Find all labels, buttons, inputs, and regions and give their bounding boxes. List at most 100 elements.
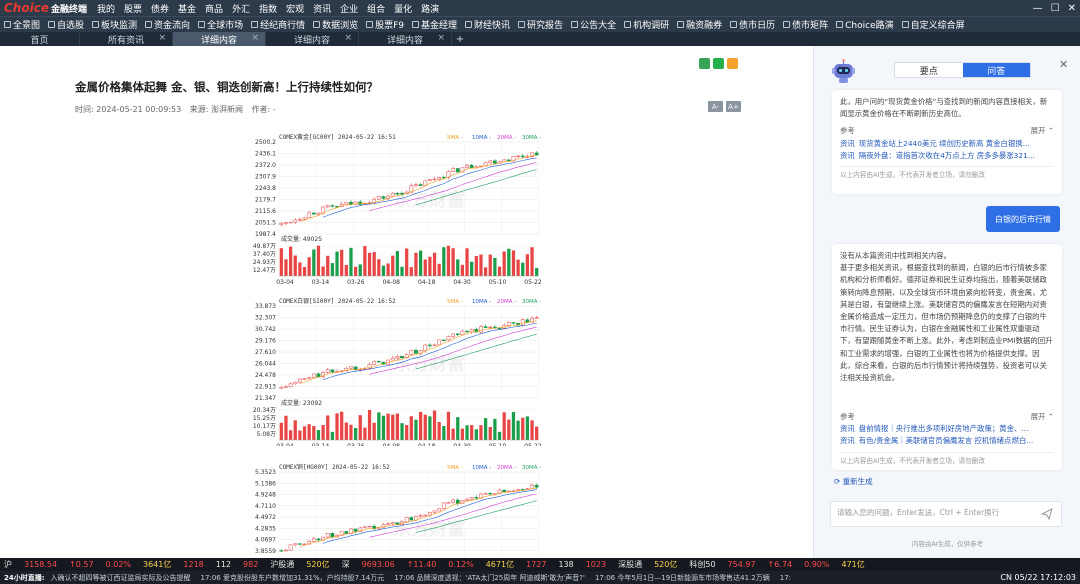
toolbar-item[interactable]: 股票F9 xyxy=(366,18,404,31)
news-label: 24小时直播: xyxy=(4,573,45,582)
news-item[interactable]: 17: xyxy=(780,574,791,582)
toolbar-item[interactable]: 公告大全 xyxy=(571,18,616,31)
send-icon[interactable] xyxy=(1041,508,1053,520)
candle-body xyxy=(349,201,353,205)
tab-close-icon[interactable]: × xyxy=(251,33,259,43)
expand-toggle[interactable]: 展开 ⌃ xyxy=(1031,125,1054,137)
reference-link[interactable]: 资讯 现货黄金站上2440美元 续创历史新高 黄金白银携... xyxy=(840,138,1054,150)
tab-summary[interactable]: 要点 xyxy=(895,63,963,77)
regenerate-button[interactable]: ⟳ 重新生成 xyxy=(834,476,873,487)
news-item[interactable]: 17:06 爱克股份股东户数增加31.31%，户均持股7.14万元 xyxy=(201,574,385,582)
toolbar-item[interactable]: 经纪商行情 xyxy=(251,18,305,31)
toolbar-item[interactable]: 全球市场 xyxy=(198,18,243,31)
candle-body xyxy=(330,533,335,538)
menu-item-组合[interactable]: 组合 xyxy=(367,2,385,15)
toolbar-item[interactable]: 板块监测 xyxy=(92,18,137,31)
menu-item-宏观[interactable]: 宏观 xyxy=(286,2,304,15)
menu-item-路演[interactable]: 路演 xyxy=(421,2,439,15)
x-tick-label: 05-22 xyxy=(524,443,542,446)
reference-link[interactable]: 资讯 有色/贵金属｜美联储官员偏鹰发言 控机情绪点燃白... xyxy=(840,435,1054,447)
menu-item-指数[interactable]: 指数 xyxy=(259,2,277,15)
menu-item-商品[interactable]: 商品 xyxy=(205,2,223,15)
volume-bar xyxy=(367,252,372,276)
tab-4[interactable]: 详细内容 × xyxy=(359,32,452,46)
toolbar-item[interactable]: Choice路演 xyxy=(836,18,894,31)
ma-label: 30MA - xyxy=(522,135,541,141)
candle-body xyxy=(376,361,381,363)
chat-input[interactable]: 请输入您的问题，Enter发送，Ctrl + Enter换行 xyxy=(830,501,1062,527)
menu-item-基金[interactable]: 基金 xyxy=(178,2,196,15)
tab-close-icon[interactable]: × xyxy=(437,33,445,43)
new-tab-button[interactable]: + xyxy=(452,32,468,46)
favorite-icon[interactable] xyxy=(727,58,738,69)
ma-label: 20MA - xyxy=(497,299,516,305)
toolbar-item[interactable]: 资金流向 xyxy=(145,18,190,31)
watermark: 东方财富 xyxy=(393,518,465,540)
reference-link[interactable]: 资讯 隔夜外盘：道指首次收在4万点上方 房多多暴涨321... xyxy=(840,150,1054,162)
font-decrease-button[interactable]: A- xyxy=(708,101,723,112)
candle-body xyxy=(437,508,442,512)
status-value: 138 xyxy=(558,560,574,569)
news-item[interactable]: 17:06 今年5月1日—19日新能源车市场零售达41.2万辆 xyxy=(595,574,770,582)
tab-1[interactable]: 所有资讯 × xyxy=(80,32,173,46)
toolbar-item[interactable]: 融资融券 xyxy=(677,18,722,31)
chart-title: COMEX黄金[GC00Y] 2024-05-22 16:51 xyxy=(279,133,396,141)
tab-close-icon[interactable]: × xyxy=(158,33,166,43)
chart-title: COMEX白银[SI00Y] 2024-05-22 16:52 xyxy=(279,297,396,305)
menu-item-企业[interactable]: 企业 xyxy=(340,2,358,15)
tab-0[interactable]: 首页 xyxy=(0,32,80,46)
candle-body xyxy=(432,510,437,513)
share-green-icon[interactable] xyxy=(699,58,710,69)
toolbar-item[interactable]: 数据浏览 xyxy=(313,18,358,31)
volume-bar xyxy=(307,257,311,276)
volume-bar xyxy=(302,266,307,276)
volume-bar xyxy=(432,252,437,276)
news-item[interactable]: 17:06 品牌深度透视：'ATA太门25周年 阿迪威斯'敢为'声音?' xyxy=(394,574,585,582)
status-value: 0.02% xyxy=(105,560,132,569)
menu-item-我的[interactable]: 我的 xyxy=(97,2,115,15)
toolbar-item[interactable]: 债市日历 xyxy=(730,18,775,31)
tab-close-icon[interactable]: × xyxy=(344,33,352,43)
candle-body xyxy=(534,484,539,488)
tab-2[interactable]: 详细内容 × xyxy=(173,32,266,46)
close-icon[interactable]: ✕ xyxy=(1059,58,1068,71)
toolbar-item[interactable]: 机构调研 xyxy=(624,18,669,31)
candle-body xyxy=(469,497,474,500)
wechat-icon[interactable] xyxy=(713,58,724,69)
toolbar-item[interactable]: 债市矩阵 xyxy=(783,18,828,31)
candle-body xyxy=(520,319,525,326)
y-tick-label: 29.176 xyxy=(255,338,276,345)
status-value: 0.12% xyxy=(448,560,474,569)
minimize-icon[interactable]: — xyxy=(1033,3,1043,14)
toolbar-item[interactable]: 自选股 xyxy=(48,18,84,31)
expand-toggle[interactable]: 展开 ⌃ xyxy=(1031,411,1054,423)
reference-link[interactable]: 资讯 盘前情报｜央行推出多项利好房地产政策；黄金、... xyxy=(840,423,1054,435)
toolbar-item[interactable]: 基金经理 xyxy=(412,18,457,31)
menu-item-债券[interactable]: 债券 xyxy=(151,2,169,15)
menu-item-外汇[interactable]: 外汇 xyxy=(232,2,250,15)
volume-bar xyxy=(284,415,288,440)
font-increase-button[interactable]: A+ xyxy=(726,101,741,112)
maximize-icon[interactable]: ☐ xyxy=(1051,3,1060,14)
toolbar-item[interactable]: 财经快讯 xyxy=(465,18,510,31)
status-value: 沪股通 xyxy=(270,560,295,569)
volume-bar xyxy=(525,416,530,440)
volume-bar xyxy=(437,263,441,276)
x-tick-label: 05-22 xyxy=(524,279,542,284)
toolbar-item-icon xyxy=(198,21,206,28)
toolbar-item[interactable]: 研究报告 xyxy=(518,18,563,31)
news-item[interactable]: 入确认不超四等被订西证监局实际及公告提醒 xyxy=(51,574,191,582)
candle-body xyxy=(284,386,288,388)
candle-body xyxy=(441,339,446,341)
toolbar-item[interactable]: 全景图 xyxy=(4,18,40,31)
candle-body xyxy=(298,219,302,221)
copper-chart: COMEX铜[HG00Y] 2024-05-22 16:52 5MA - 10MA … xyxy=(247,460,545,558)
tab-qa[interactable]: 问答 xyxy=(962,63,1030,77)
clock: CN 05/22 17:12:03 xyxy=(994,571,1076,584)
menu-item-量化[interactable]: 量化 xyxy=(394,2,412,15)
tab-3[interactable]: 详细内容 × xyxy=(266,32,359,46)
close-icon[interactable]: ✕ xyxy=(1068,3,1076,14)
menu-item-资讯[interactable]: 资讯 xyxy=(313,2,331,15)
toolbar-item[interactable]: 自定义综合屏 xyxy=(901,18,965,31)
menu-item-股票[interactable]: 股票 xyxy=(124,2,142,15)
